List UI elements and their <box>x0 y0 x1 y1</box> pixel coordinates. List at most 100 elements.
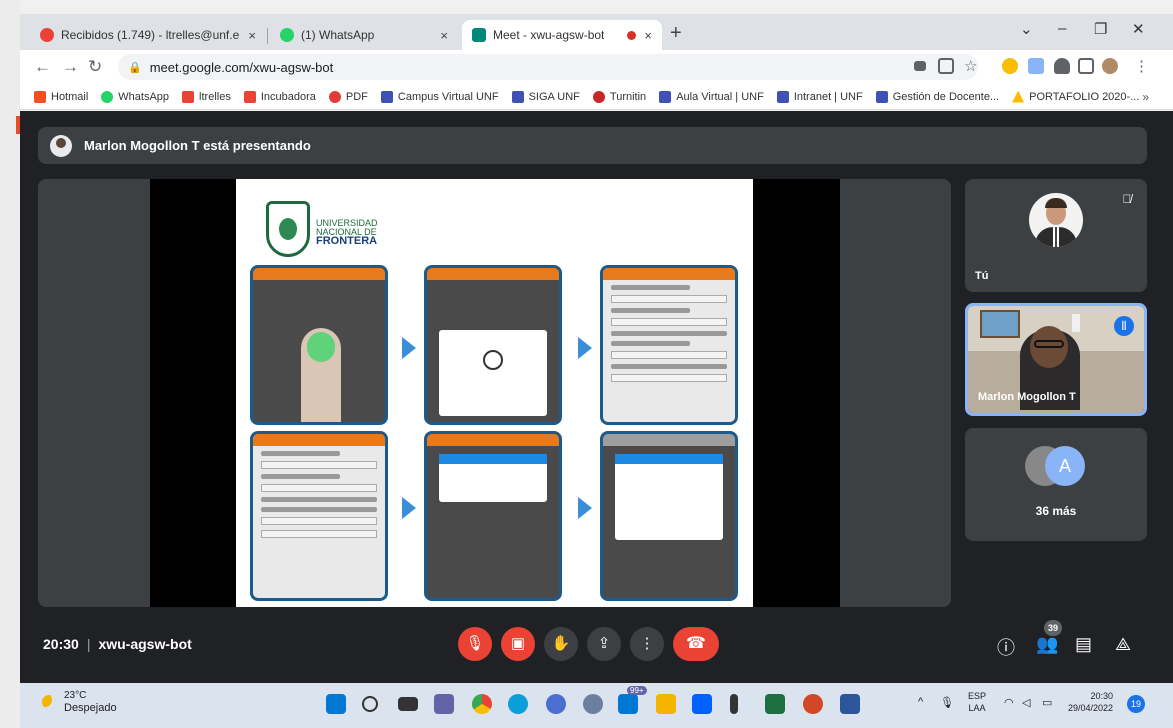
file-explorer-icon[interactable] <box>656 694 676 714</box>
presentation-stage[interactable]: UNIVERSIDAD NACIONAL DE FRONTERA <box>38 179 951 607</box>
bookmark-label: Hotmail <box>51 90 89 103</box>
dropbox-icon[interactable] <box>692 694 712 714</box>
wifi-icon[interactable]: ◠ <box>1004 696 1014 709</box>
clock[interactable]: 20:30 29/04/2022 <box>1068 690 1113 714</box>
close-window-icon[interactable]: ✕ <box>1132 20 1145 38</box>
search-icon[interactable] <box>362 696 378 712</box>
task-view-icon[interactable] <box>398 697 418 711</box>
camera-in-use-icon[interactable] <box>914 61 926 71</box>
phone-screenshot-registration-success <box>600 431 738 601</box>
chat-icon[interactable]: ▤ <box>1075 634 1092 655</box>
screenshot-header <box>427 434 559 446</box>
bookmark-aula-virtual[interactable]: Aula Virtual | UNF <box>659 90 764 103</box>
tab-gmail[interactable]: Recibidos (1.749) - ltrelles@unf.e × <box>30 20 266 50</box>
bookmark-whatsapp[interactable]: WhatsApp <box>101 90 169 103</box>
activities-icon[interactable]: ⟁ <box>1115 634 1131 655</box>
bookmark-turnitin[interactable]: Turnitin <box>592 90 646 103</box>
extension-icon[interactable] <box>1002 58 1018 74</box>
phone-screenshot-confirm-registration <box>424 431 562 601</box>
whatsapp-icon <box>280 28 294 42</box>
volume-icon[interactable]: ◁ <box>1022 696 1030 709</box>
weather-widget[interactable]: 23°C Despejado <box>42 690 117 714</box>
notifications-badge[interactable]: 19 <box>1127 695 1145 713</box>
edge-icon[interactable] <box>508 694 528 714</box>
tray-overflow-icon[interactable]: ^ <box>918 696 923 708</box>
minimize-icon[interactable]: – <box>1058 20 1066 37</box>
extensions-puzzle-icon[interactable] <box>1054 58 1070 74</box>
mic-off-icon: 🎙̸ <box>1122 192 1132 206</box>
bookmark-campus-virtual[interactable]: Campus Virtual UNF <box>380 90 499 103</box>
bookmark-incubadora[interactable]: Incubadora <box>243 90 316 103</box>
form-line <box>611 341 691 346</box>
close-tab-icon[interactable]: × <box>644 28 652 43</box>
battery-icon[interactable]: ▭ <box>1042 696 1052 709</box>
mail-icon[interactable] <box>618 694 638 714</box>
tab-search-icon[interactable]: ⌄ <box>1020 20 1033 38</box>
close-tab-icon[interactable]: × <box>440 28 448 43</box>
excel-icon[interactable] <box>765 694 785 714</box>
raise-hand-button[interactable]: ✋ <box>544 627 578 661</box>
bookmark-intranet[interactable]: Intranet | UNF <box>776 90 863 103</box>
share-icon[interactable] <box>938 58 954 74</box>
others-tile[interactable]: A 36 más <box>965 428 1147 541</box>
bookmark-star-icon[interactable]: ☆ <box>964 57 977 75</box>
teams-chat-icon[interactable] <box>434 694 454 714</box>
participants-icon[interactable]: 👥 <box>1036 634 1058 655</box>
bookmark-pdf[interactable]: PDF <box>328 90 368 103</box>
reload-icon[interactable]: ↻ <box>88 57 102 77</box>
language-indicator[interactable]: ESP LAA <box>968 690 986 714</box>
shield-icon <box>776 90 789 103</box>
bookmark-gestion-docente[interactable]: Gestión de Docente... <box>875 90 999 103</box>
tab-whatsapp[interactable]: (1) WhatsApp × <box>270 20 458 50</box>
form-field <box>611 374 727 382</box>
lock-icon: 🔒 <box>128 61 142 74</box>
microphone-icon[interactable]: 🎙 <box>940 696 954 709</box>
bookmark-portafolio[interactable]: PORTAFOLIO 2020-... <box>1012 90 1139 103</box>
turnitin-icon <box>592 90 605 103</box>
address-bar[interactable]: 🔒 meet.google.com/xwu-agsw-bot <box>118 54 978 80</box>
powerpoint-icon[interactable] <box>803 694 823 714</box>
screenshot-header <box>603 434 735 446</box>
new-tab-button[interactable]: + <box>670 22 682 45</box>
more-options-button[interactable]: ⋮ <box>630 627 664 661</box>
app-icon[interactable] <box>583 694 603 714</box>
side-panel-icon[interactable] <box>1078 58 1094 74</box>
app-r-icon[interactable] <box>546 694 566 714</box>
divider: | <box>86 636 91 652</box>
self-tile[interactable]: 🎙̸ Tú <box>965 179 1147 292</box>
bookmark-ltrelles[interactable]: ltrelles <box>182 90 231 103</box>
app-bolt-icon[interactable] <box>730 694 738 714</box>
leave-call-button[interactable]: ☎ <box>673 627 719 661</box>
profile-avatar[interactable] <box>1102 58 1118 74</box>
tab-meet[interactable]: Meet - xwu-agsw-bot × <box>462 20 662 50</box>
browser-toolbar: ← → ↻ 🔒 meet.google.com/xwu-agsw-bot ☆ ⋮ <box>20 50 1173 84</box>
meeting-details-icon[interactable]: ⓘ <box>997 634 1015 660</box>
forward-icon[interactable]: → <box>62 57 79 77</box>
mic-toggle-button[interactable]: 🎙 <box>458 627 492 661</box>
menu-kebab-icon[interactable]: ⋮ <box>1134 57 1149 75</box>
extension-docs-icon[interactable] <box>1028 58 1044 74</box>
form-field <box>611 318 727 326</box>
camera-toggle-button[interactable]: ▣ <box>501 627 535 661</box>
restore-icon[interactable]: ❐ <box>1094 20 1107 38</box>
gmail-icon <box>243 90 256 103</box>
form-line <box>611 364 727 369</box>
word-icon[interactable] <box>840 694 860 714</box>
tab-title: Meet - xwu-agsw-bot <box>493 28 605 42</box>
presenting-banner: Marlon Mogollon T está presentando <box>38 127 1147 164</box>
back-icon[interactable]: ← <box>34 57 51 77</box>
bookmark-siga[interactable]: SIGA UNF <box>511 90 580 103</box>
tab-title: (1) WhatsApp <box>301 28 375 42</box>
speaker-tile[interactable]: ⦀ Marlon Mogollon T <box>965 303 1147 416</box>
chrome-icon[interactable] <box>472 694 492 714</box>
url-text: meet.google.com/xwu-agsw-bot <box>149 59 334 75</box>
present-button[interactable]: ⇪ <box>587 627 621 661</box>
shield-icon <box>511 90 524 103</box>
bookmarks-overflow-button[interactable]: » <box>1142 90 1149 104</box>
bookmark-hotmail[interactable]: Hotmail <box>34 90 89 103</box>
avatar-tie <box>1053 227 1059 247</box>
phone-screenshot-fingerprint <box>250 265 388 425</box>
close-tab-icon[interactable]: × <box>248 28 256 43</box>
start-icon[interactable] <box>326 694 346 714</box>
meet-icon <box>472 28 486 42</box>
